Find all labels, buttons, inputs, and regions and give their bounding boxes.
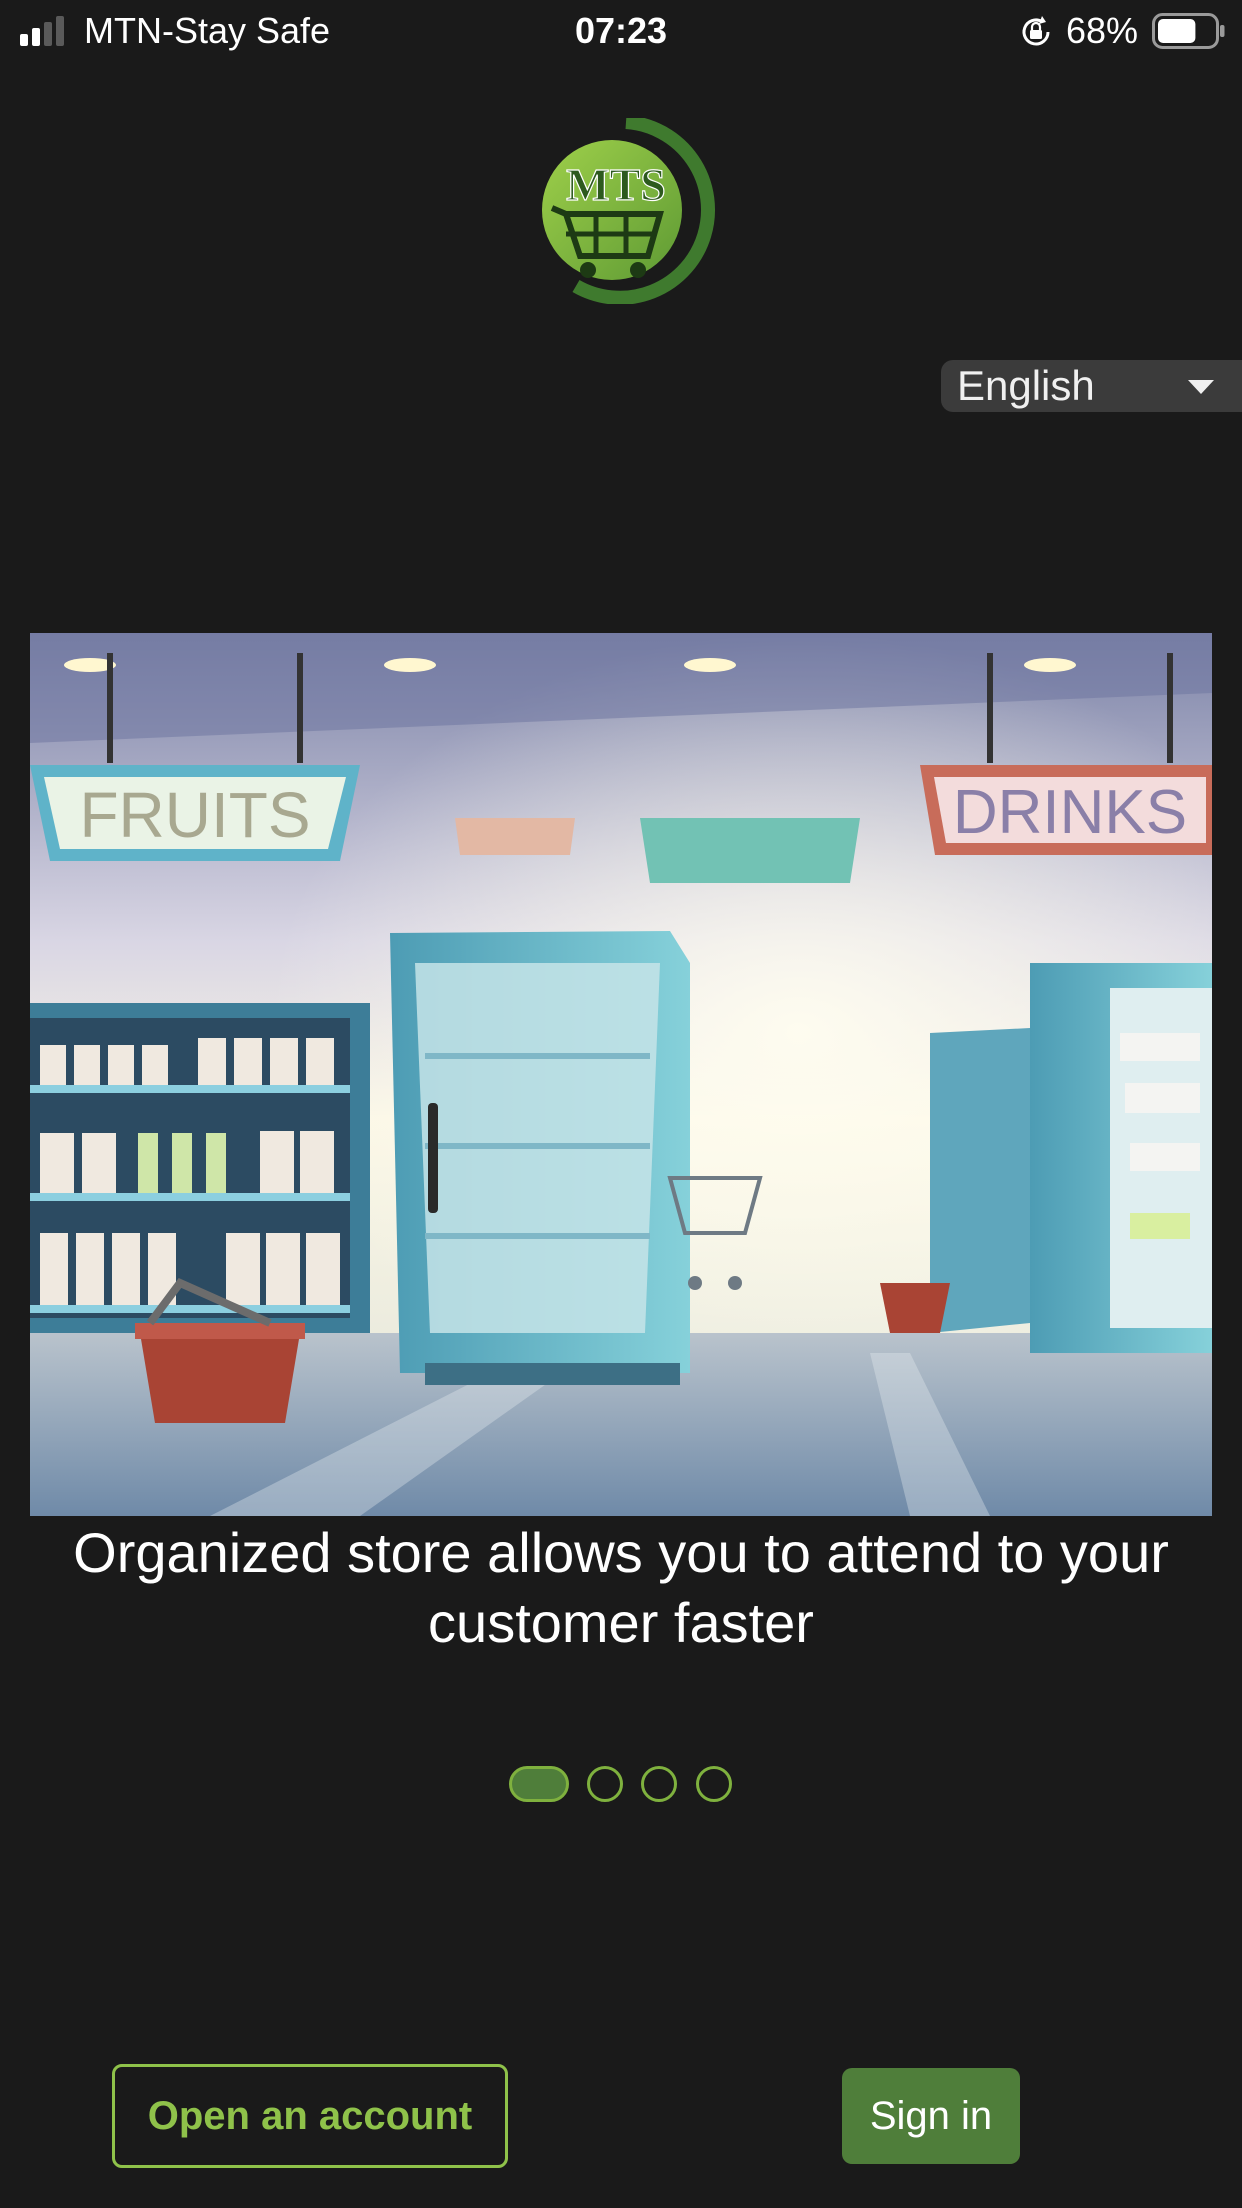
battery-percentage: 68% xyxy=(1066,10,1139,51)
sign-drinks: DRINKS xyxy=(953,778,1187,847)
onboarding-caption: Organized store allows you to attend to … xyxy=(73,1521,1169,1654)
page-dot-1[interactable] xyxy=(509,1766,569,1802)
caret-down-icon xyxy=(1188,380,1214,394)
status-bar: MTN-Stay Safe 07:23 68% xyxy=(0,0,1242,62)
language-select[interactable]: English xyxy=(941,360,1242,412)
welcome-screen: MTN-Stay Safe 07:23 68% MTS English FRUI… xyxy=(0,0,1242,2208)
rotation-lock-icon xyxy=(1022,16,1050,46)
status-time: 07:23 xyxy=(574,10,668,51)
page-dot-2[interactable] xyxy=(587,1766,623,1802)
open-account-button[interactable]: Open an account xyxy=(112,2064,508,2168)
carousel-pagination xyxy=(0,1766,1242,1802)
language-select-value: English xyxy=(957,362,1095,409)
mts-logo: MTS xyxy=(542,118,716,304)
battery-icon xyxy=(1152,13,1225,49)
sign-in-button[interactable]: Sign in xyxy=(842,2068,1020,2164)
logo-text: MTS xyxy=(566,159,666,210)
sign-fruits: FRUITS xyxy=(79,779,310,851)
supermarket-illustration: FRUITS DRINKS xyxy=(30,633,1212,1516)
page-dot-3[interactable] xyxy=(641,1766,677,1802)
page-dot-4[interactable] xyxy=(696,1766,732,1802)
onboarding-slide-image: FRUITS DRINKS xyxy=(30,633,1212,1516)
